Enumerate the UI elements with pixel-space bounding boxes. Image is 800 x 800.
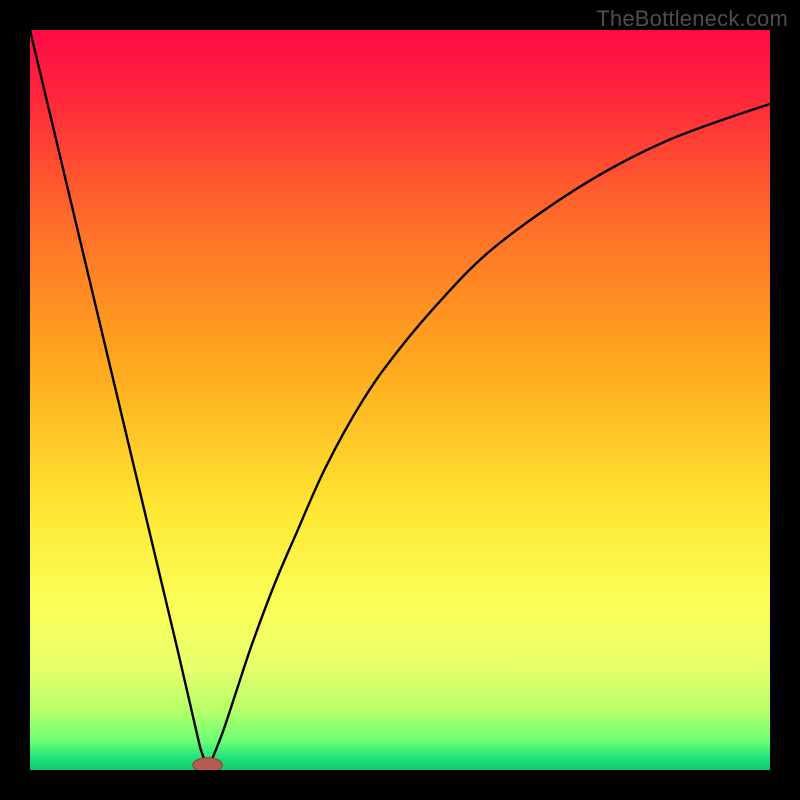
gradient-background (30, 30, 770, 770)
minimum-marker (193, 758, 223, 770)
plot-area (30, 30, 770, 770)
chart-svg (30, 30, 770, 770)
chart-frame: TheBottleneck.com (0, 0, 800, 800)
watermark-text: TheBottleneck.com (596, 6, 788, 32)
